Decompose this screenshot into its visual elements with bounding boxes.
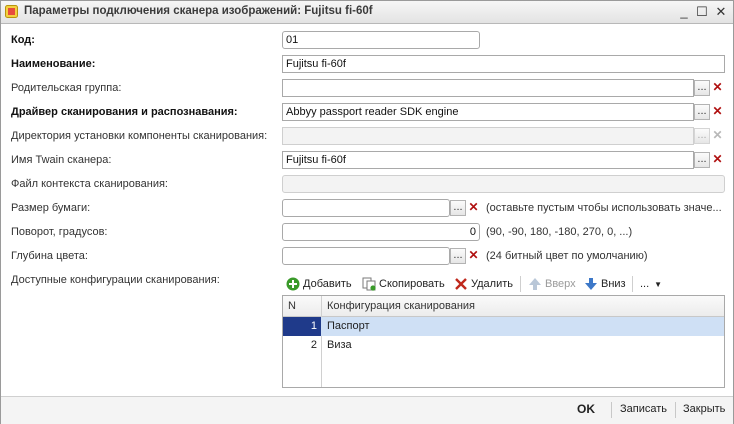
dialog-window: Параметры подключения сканера изображени… [0, 0, 734, 424]
rotation-hint: (90, -90, 180, -180, 270, 0, ...) [486, 226, 633, 238]
row-number: 2 [310, 339, 317, 351]
driver-select-button[interactable]: ... [694, 104, 710, 120]
name-input[interactable]: Fujitsu fi-60f [282, 55, 725, 73]
paper-size-select-button[interactable]: ... [450, 200, 466, 216]
toolbar-separator [520, 276, 521, 292]
table-row[interactable]: 2 Виза [283, 336, 724, 355]
color-depth-hint: (24 битный цвет по умолчанию) [486, 250, 648, 262]
column-header-n[interactable]: N [288, 300, 296, 312]
name-label: Наименование: [11, 58, 96, 70]
app-icon [5, 5, 18, 18]
delete-label: Удалить [471, 278, 513, 290]
add-button[interactable]: Добавить [286, 277, 352, 291]
context-file-label: Файл контекста сканирования: [11, 178, 168, 190]
parent-group-select-button[interactable]: ... [694, 80, 710, 96]
table-row[interactable]: 1 Паспорт [283, 317, 724, 336]
color-depth-select-button[interactable]: ... [450, 248, 466, 264]
install-dir-clear-button[interactable]: ✕ [710, 128, 725, 144]
title-bar[interactable]: Параметры подключения сканера изображени… [1, 1, 733, 24]
copy-button[interactable]: Скопировать [362, 277, 445, 291]
save-button[interactable]: Записать [620, 403, 667, 415]
column-header-config[interactable]: Конфигурация сканирования [327, 300, 475, 312]
paper-size-label: Размер бумаги: [11, 202, 91, 214]
minimize-button[interactable]: _ [675, 4, 693, 20]
install-dir-input[interactable] [282, 127, 694, 145]
color-depth-label: Глубина цвета: [11, 250, 88, 262]
twain-name-select-button[interactable]: ... [694, 152, 710, 168]
arrow-down-icon [585, 278, 597, 290]
add-icon [286, 277, 300, 291]
color-depth-input[interactable] [282, 247, 450, 265]
driver-label: Драйвер сканирования и распознавания: [11, 106, 238, 118]
close-window-button[interactable]: ✕ [712, 4, 730, 20]
rotation-label: Поворот, градусов: [11, 226, 108, 238]
window-title: Параметры подключения сканера изображени… [24, 5, 373, 17]
delete-button[interactable]: Удалить [454, 277, 513, 291]
twain-name-label: Имя Twain сканера: [11, 154, 112, 166]
parent-group-input[interactable] [282, 79, 694, 97]
configs-label: Доступные конфигурации сканирования: [11, 274, 220, 286]
row-config-name: Виза [327, 339, 352, 351]
configurations-table[interactable]: N Конфигурация сканирования 1 Паспорт 2 … [282, 295, 725, 388]
row-number: 1 [283, 317, 321, 336]
copy-icon [362, 277, 376, 291]
copy-label: Скопировать [379, 278, 445, 290]
maximize-button[interactable]: ☐ [693, 4, 711, 20]
move-down-label: Вниз [601, 278, 626, 290]
paper-size-input[interactable] [282, 199, 450, 217]
row-config-name: Паспорт [327, 320, 370, 332]
more-actions-label: ... [640, 278, 650, 290]
chevron-down-icon: ▼ [654, 279, 663, 289]
install-dir-label: Директория установки компоненты сканиров… [11, 130, 268, 142]
close-button[interactable]: Закрыть [683, 403, 725, 415]
parent-group-label: Родительская группа: [11, 82, 122, 94]
move-down-button[interactable]: Вниз [584, 277, 626, 291]
code-label: Код: [11, 34, 35, 46]
toolbar-separator [632, 276, 633, 292]
paper-size-hint: (оставьте пустым чтобы использовать знач… [486, 202, 722, 214]
driver-input[interactable]: Abbyy passport reader SDK engine [282, 103, 694, 121]
code-input[interactable]: 01 [282, 31, 480, 49]
twain-name-input[interactable]: Fujitsu fi-60f [282, 151, 694, 169]
ok-button[interactable]: OK [577, 402, 595, 416]
twain-name-clear-button[interactable]: ✕ [710, 152, 725, 168]
delete-icon [455, 278, 467, 290]
move-up-label: Вверх [545, 278, 576, 290]
parent-group-clear-button[interactable]: ✕ [710, 80, 725, 96]
context-file-input[interactable] [282, 175, 725, 193]
add-label: Добавить [303, 278, 352, 290]
move-up-button[interactable]: Вверх [528, 277, 576, 291]
footer-separator [675, 402, 676, 418]
paper-size-clear-button[interactable]: ✕ [466, 200, 481, 216]
rotation-input[interactable]: 0 [282, 223, 480, 241]
more-actions-button[interactable]: ... ▼ [640, 277, 662, 291]
color-depth-clear-button[interactable]: ✕ [466, 248, 481, 264]
footer-separator [611, 402, 612, 418]
table-header: N Конфигурация сканирования [283, 296, 724, 317]
install-dir-select-button[interactable]: ... [694, 128, 710, 144]
driver-clear-button[interactable]: ✕ [710, 104, 725, 120]
arrow-up-icon [529, 278, 541, 290]
dialog-footer: OK Записать Закрыть [1, 396, 733, 424]
